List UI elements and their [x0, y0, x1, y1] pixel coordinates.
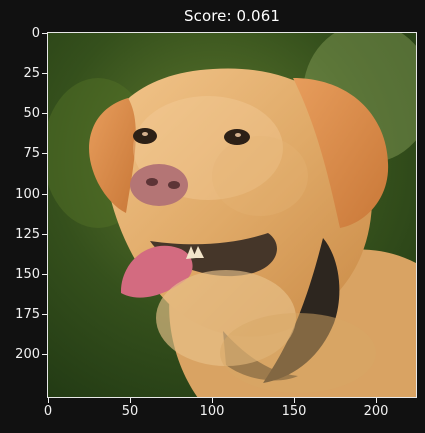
y-tick-label-200: 200	[15, 347, 40, 362]
y-tick-label-50: 50	[23, 106, 40, 121]
y-tick-label-0: 0	[31, 26, 40, 41]
dog-photo	[48, 33, 416, 397]
x-tick-mark-200	[376, 398, 377, 403]
x-tick-mark-150	[294, 398, 295, 403]
x-tick-mark-50	[130, 398, 131, 403]
y-tick-mark-100	[42, 194, 47, 195]
y-tick-mark-25	[42, 73, 47, 74]
y-tick-label-150: 150	[15, 267, 40, 282]
y-tick-mark-200	[42, 354, 47, 355]
y-tick-mark-150	[42, 274, 47, 275]
y-tick-mark-125	[42, 234, 47, 235]
x-tick-label-200: 200	[363, 404, 389, 419]
y-tick-label-25: 25	[23, 66, 40, 81]
y-tick-mark-0	[42, 33, 47, 34]
y-tick-label-75: 75	[23, 146, 40, 161]
y-tick-mark-50	[42, 113, 47, 114]
figure-title: Score: 0.061	[184, 7, 280, 25]
y-tick-label-175: 175	[15, 307, 40, 322]
x-tick-mark-0	[48, 398, 49, 403]
y-tick-label-125: 125	[15, 227, 40, 242]
image-axes	[47, 32, 417, 398]
x-tick-label-150: 150	[281, 404, 307, 419]
y-tick-mark-175	[42, 314, 47, 315]
x-tick-label-0: 0	[43, 404, 53, 419]
x-tick-mark-100	[212, 398, 213, 403]
x-tick-label-50: 50	[121, 404, 139, 419]
y-tick-mark-75	[42, 153, 47, 154]
y-tick-label-100: 100	[15, 187, 40, 202]
figure: Score: 0.061 0 25 50 75 100 125 150 175 …	[0, 0, 425, 433]
x-tick-label-100: 100	[199, 404, 225, 419]
